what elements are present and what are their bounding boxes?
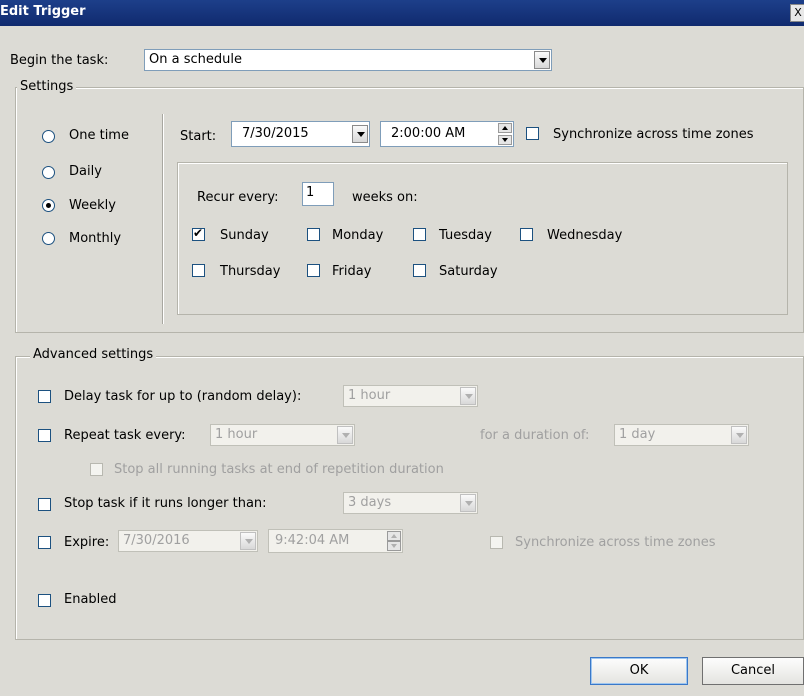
chevron-down-icon[interactable] bbox=[731, 426, 747, 444]
day-tuesday-label: Tuesday bbox=[439, 228, 492, 243]
spin-up-icon[interactable] bbox=[387, 531, 401, 541]
ok-button[interactable]: OK bbox=[590, 657, 688, 685]
day-tuesday-checkbox[interactable] bbox=[413, 228, 426, 241]
sync-timezones-checkbox[interactable] bbox=[526, 127, 539, 140]
day-sunday-checkbox[interactable] bbox=[192, 226, 205, 241]
delay-task-value: 1 hour bbox=[348, 388, 391, 403]
day-sunday-label: Sunday bbox=[220, 228, 269, 243]
start-date-value: 7/30/2015 bbox=[242, 126, 309, 141]
calendar-dropdown-icon[interactable] bbox=[352, 125, 368, 143]
chevron-down-icon[interactable] bbox=[460, 387, 476, 405]
calendar-dropdown-icon[interactable] bbox=[240, 532, 256, 550]
window-title: Edit Trigger bbox=[0, 4, 86, 19]
expire-date-picker[interactable]: 7/30/2016 bbox=[118, 530, 258, 552]
begin-task-label: Begin the task: bbox=[10, 53, 109, 68]
radio-monthly[interactable] bbox=[42, 232, 55, 245]
repeat-task-label: Repeat task every: bbox=[64, 428, 186, 443]
enabled-label: Enabled bbox=[64, 592, 117, 607]
recur-weeks-value: 1 bbox=[306, 185, 315, 200]
expire-date-value: 7/30/2016 bbox=[123, 533, 190, 548]
chevron-down-icon[interactable] bbox=[460, 494, 476, 512]
stop-if-longer-value: 3 days bbox=[348, 495, 392, 510]
radio-one-time[interactable] bbox=[42, 130, 55, 143]
duration-label: for a duration of: bbox=[480, 428, 590, 443]
duration-select[interactable]: 1 day bbox=[614, 424, 749, 446]
weeks-on-label: weeks on: bbox=[352, 190, 418, 205]
day-saturday-checkbox[interactable] bbox=[413, 264, 426, 277]
day-wednesday-checkbox[interactable] bbox=[520, 228, 533, 241]
settings-group-label: Settings bbox=[17, 79, 77, 94]
enabled-checkbox[interactable] bbox=[38, 594, 51, 607]
repeat-task-value: 1 hour bbox=[215, 427, 258, 442]
start-date-picker[interactable]: 7/30/2015 bbox=[231, 121, 370, 147]
stop-all-running-label: Stop all running tasks at end of repetit… bbox=[114, 462, 444, 477]
radio-one-time-label: One time bbox=[69, 128, 129, 143]
day-friday-label: Friday bbox=[332, 264, 372, 279]
close-icon[interactable]: X bbox=[790, 4, 804, 22]
day-wednesday-label: Wednesday bbox=[547, 228, 623, 243]
expire-label: Expire: bbox=[64, 535, 110, 550]
spin-down-icon[interactable] bbox=[498, 135, 512, 145]
delay-task-checkbox[interactable] bbox=[38, 390, 51, 403]
radio-daily-label: Daily bbox=[69, 164, 102, 179]
radio-daily[interactable] bbox=[42, 166, 55, 179]
day-saturday-label: Saturday bbox=[439, 264, 498, 279]
repeat-task-select[interactable]: 1 hour bbox=[210, 424, 355, 446]
day-thursday-label: Thursday bbox=[220, 264, 281, 279]
cancel-button[interactable]: Cancel bbox=[702, 657, 804, 685]
spin-down-icon[interactable] bbox=[387, 541, 401, 551]
title-bar: Edit Trigger X bbox=[0, 0, 804, 26]
day-monday-checkbox[interactable] bbox=[307, 228, 320, 241]
expire-checkbox[interactable] bbox=[38, 536, 51, 549]
spin-up-icon[interactable] bbox=[498, 123, 512, 133]
begin-task-value: On a schedule bbox=[149, 52, 242, 67]
delay-task-label: Delay task for up to (random delay): bbox=[64, 389, 302, 404]
radio-monthly-label: Monthly bbox=[69, 231, 122, 246]
expire-time-spinner[interactable]: 9:42:04 AM bbox=[268, 529, 403, 553]
expire-sync-checkbox[interactable] bbox=[490, 536, 503, 549]
advanced-settings-group-label: Advanced settings bbox=[30, 347, 157, 362]
radio-weekly[interactable] bbox=[42, 199, 55, 212]
day-monday-label: Monday bbox=[332, 228, 384, 243]
start-time-value: 2:00:00 AM bbox=[391, 126, 466, 141]
edit-trigger-dialog: Edit Trigger X Begin the task: On a sche… bbox=[0, 0, 804, 696]
radio-weekly-label: Weekly bbox=[69, 198, 116, 213]
expire-time-value: 9:42:04 AM bbox=[275, 533, 350, 548]
day-friday-checkbox[interactable] bbox=[307, 264, 320, 277]
stop-if-longer-label: Stop task if it runs longer than: bbox=[64, 496, 267, 511]
recur-every-label: Recur every: bbox=[197, 190, 279, 205]
stop-all-running-checkbox[interactable] bbox=[90, 463, 103, 476]
start-label: Start: bbox=[180, 129, 217, 144]
day-thursday-checkbox[interactable] bbox=[192, 264, 205, 277]
sync-timezones-label: Synchronize across time zones bbox=[553, 127, 754, 142]
repeat-task-checkbox[interactable] bbox=[38, 429, 51, 442]
recur-weeks-input[interactable]: 1 bbox=[302, 182, 334, 206]
expire-sync-label: Synchronize across time zones bbox=[515, 535, 716, 550]
start-time-spinner[interactable]: 2:00:00 AM bbox=[380, 121, 514, 147]
stop-if-longer-select[interactable]: 3 days bbox=[343, 492, 478, 514]
chevron-down-icon[interactable] bbox=[534, 51, 550, 69]
stop-if-longer-checkbox[interactable] bbox=[38, 498, 51, 511]
chevron-down-icon[interactable] bbox=[337, 426, 353, 444]
delay-task-select[interactable]: 1 hour bbox=[343, 385, 478, 407]
settings-divider bbox=[162, 114, 163, 324]
duration-value: 1 day bbox=[619, 427, 656, 442]
begin-task-select[interactable]: On a schedule bbox=[144, 49, 552, 71]
